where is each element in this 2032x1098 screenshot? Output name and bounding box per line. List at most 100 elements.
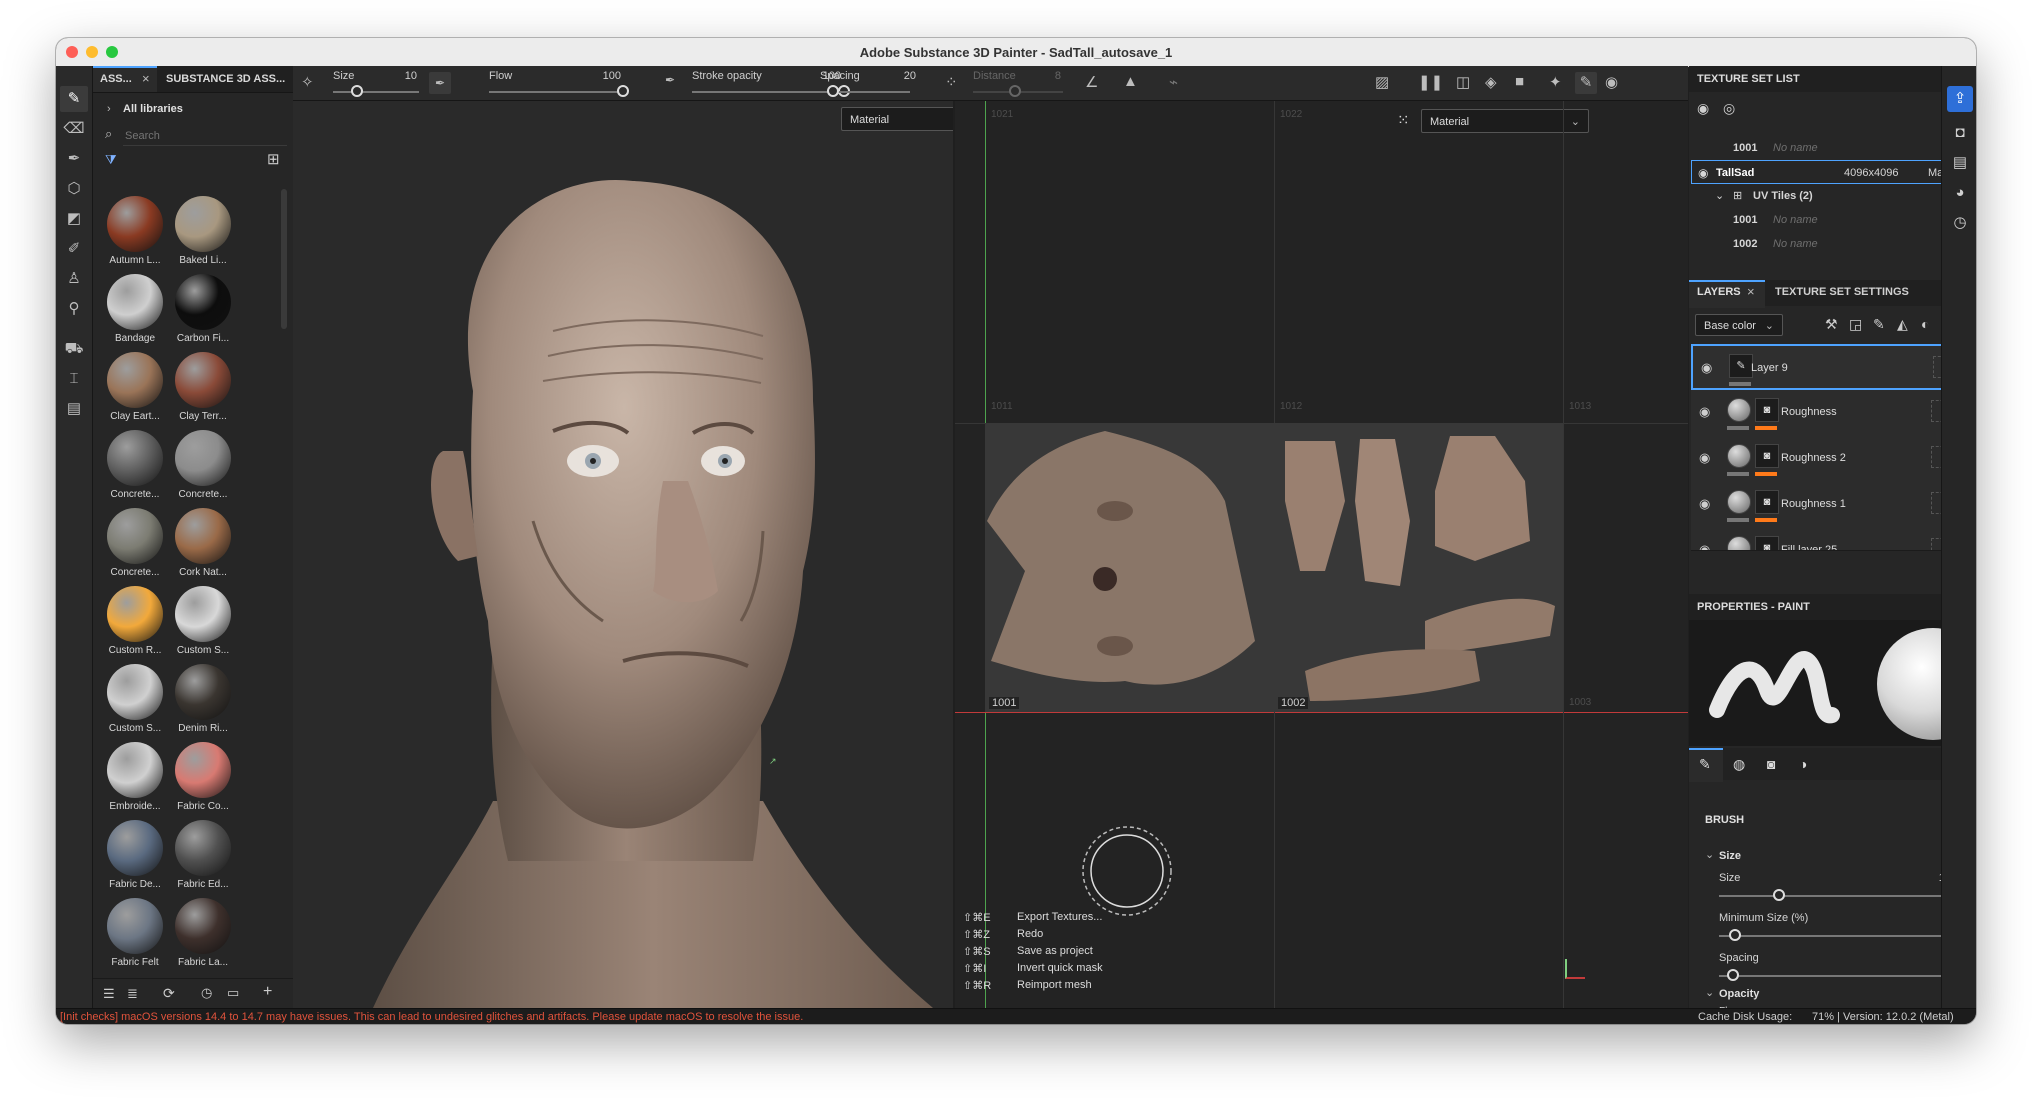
- search-input[interactable]: [123, 127, 287, 146]
- sort-icon[interactable]: ☰: [103, 986, 115, 1002]
- viewport-2d[interactable]: Material ⌄ ⁙ 1021 1022 1011 1012 1013 10…: [955, 101, 1688, 1008]
- material-tab-icon[interactable]: ◑: [1799, 756, 1807, 772]
- brush-size-slider-knob[interactable]: [1773, 889, 1785, 901]
- material-thumbnail[interactable]: Fabric La...: [169, 898, 237, 968]
- eye-icon[interactable]: ◎: [1723, 100, 1735, 117]
- bake-icon[interactable]: ⛟: [60, 336, 88, 362]
- material-thumbnail[interactable]: Embroide...: [101, 742, 169, 812]
- material-thumbnail[interactable]: Clay Terr...: [169, 352, 237, 422]
- uv-tile-row[interactable]: 1001 No name: [1689, 208, 1976, 232]
- flow-value[interactable]: 100: [591, 70, 621, 82]
- projection-icon[interactable]: ✒: [60, 146, 88, 172]
- material-thumbnail[interactable]: Bandage: [101, 274, 169, 344]
- link-icon[interactable]: ⌁: [1169, 73, 1178, 91]
- visibility-toggle-icon[interactable]: ◉: [1697, 100, 1709, 117]
- add-paint-layer-icon[interactable]: ✎: [1873, 316, 1885, 333]
- history-icon[interactable]: ◷: [201, 985, 212, 1001]
- tool-preset-icon[interactable]: ✦: [1549, 73, 1562, 91]
- filter-icon[interactable]: ⧩: [105, 152, 117, 168]
- material-thumbnail[interactable]: Concrete...: [169, 430, 237, 500]
- material-thumbnail[interactable]: Autumn L...: [101, 196, 169, 266]
- material-thumbnail[interactable]: Fabric Felt: [101, 898, 169, 968]
- material-thumbnail[interactable]: Custom S...: [101, 664, 169, 734]
- material-thumbnail[interactable]: Cork Nat...: [169, 508, 237, 578]
- material-thumbnail[interactable]: Denim Ri...: [169, 664, 237, 734]
- symmetry-icon[interactable]: ✧: [301, 73, 314, 91]
- eraser-icon[interactable]: ⌫: [60, 116, 88, 142]
- chevron-down-icon[interactable]: ⌄: [1705, 848, 1714, 861]
- tab-layers[interactable]: LAYERS: [1697, 286, 1741, 298]
- eye-icon[interactable]: ◉: [1699, 542, 1710, 550]
- layer-row[interactable]: ◉◙RoughnessNorm100: [1691, 390, 1976, 437]
- grid-view-icon[interactable]: ⊞: [267, 150, 280, 168]
- material-thumbnail[interactable]: Custom S...: [169, 586, 237, 656]
- size-value[interactable]: 10: [387, 70, 417, 82]
- environment-icon[interactable]: ◕: [1947, 180, 1973, 206]
- camera-icon[interactable]: ■: [1515, 73, 1524, 90]
- mirror-icon[interactable]: ▲: [1123, 73, 1138, 90]
- folder-icon[interactable]: ▭: [227, 985, 239, 1001]
- material-thumbnail[interactable]: Clay Eart...: [101, 352, 169, 422]
- material-thumbnail[interactable]: Carbon Fi...: [169, 274, 237, 344]
- color-picker-icon[interactable]: ⚲: [60, 296, 88, 322]
- material-thumbnail[interactable]: Fabric Co...: [169, 742, 237, 812]
- texture-set-selected[interactable]: ◉ TallSad 4096x4096 Main shader: [1691, 160, 1976, 184]
- flow-pressure-icon[interactable]: ✒: [665, 73, 675, 87]
- split-view-icon[interactable]: ◫: [1456, 73, 1470, 91]
- history-icon[interactable]: ◷: [1947, 210, 1973, 236]
- size-slider-knob[interactable]: [351, 85, 363, 97]
- chevron-right-icon[interactable]: ›: [107, 103, 111, 115]
- eye-icon[interactable]: ◉: [1698, 161, 1708, 185]
- chevron-down-icon[interactable]: ⌄: [1705, 986, 1714, 999]
- brush-tab-icon[interactable]: ✎: [1699, 756, 1711, 773]
- angle-icon[interactable]: ∠: [1085, 73, 1098, 91]
- stencil-tab-icon[interactable]: ◙: [1767, 756, 1775, 772]
- add-smart-material-icon[interactable]: ◐: [1921, 316, 1929, 332]
- library-breadcrumb[interactable]: All libraries: [123, 103, 183, 115]
- add-effect-icon[interactable]: ⚒: [1825, 316, 1838, 333]
- export-icon[interactable]: ⇪: [1947, 86, 1973, 112]
- assets-scrollbar[interactable]: [281, 189, 287, 329]
- add-fill-layer-icon[interactable]: ◭: [1897, 316, 1908, 333]
- flow-slider-track[interactable]: [489, 91, 623, 93]
- cube-icon[interactable]: ◈: [1485, 73, 1497, 91]
- prop-spacing-slider-knob[interactable]: [1727, 969, 1739, 981]
- polygon-fill-icon[interactable]: ◩: [60, 206, 88, 232]
- uv-tiles-group[interactable]: ⌄ ⊞ UV Tiles (2): [1689, 184, 1976, 208]
- refresh-icon[interactable]: ⟳: [163, 985, 175, 1002]
- spacing-value[interactable]: 20: [886, 70, 916, 82]
- uv-tile-row[interactable]: 1002 No name: [1689, 232, 1976, 256]
- eye-icon[interactable]: ◉: [1699, 450, 1710, 466]
- shader-settings-icon[interactable]: ▤: [1947, 150, 1973, 176]
- screenshot-icon[interactable]: ◉: [1605, 73, 1618, 91]
- material-thumbnail[interactable]: Concrete...: [101, 508, 169, 578]
- pen-pressure-icon[interactable]: ✒: [429, 72, 451, 94]
- brush-size-slider-track[interactable]: [1719, 895, 1949, 897]
- eye-icon[interactable]: ◉: [1701, 360, 1712, 376]
- material-thumbnail[interactable]: Custom R...: [101, 586, 169, 656]
- lazy-mouse-icon[interactable]: ⁘: [945, 73, 958, 91]
- layer-row[interactable]: ◉✎Layer 9Norm100: [1691, 344, 1976, 390]
- min-size-slider-track[interactable]: [1719, 935, 1976, 937]
- material-thumbnail[interactable]: Fabric Ed...: [169, 820, 237, 890]
- chevron-down-icon[interactable]: ⌄: [1715, 184, 1724, 208]
- close-icon[interactable]: ×: [1747, 284, 1755, 299]
- spacing-slider-knob[interactable]: [827, 85, 839, 97]
- flow-slider-knob[interactable]: [617, 85, 629, 97]
- tab-substance-assets[interactable]: SUBSTANCE 3D ASS...: [159, 66, 293, 92]
- eye-icon[interactable]: ◉: [1699, 404, 1710, 420]
- paint-brush-icon[interactable]: ✎: [60, 86, 88, 112]
- prop-spacing-slider-track[interactable]: [1719, 975, 1976, 977]
- viewport-3d[interactable]: Material ⌄: [293, 101, 953, 1008]
- measure-icon[interactable]: ⌶: [60, 366, 88, 392]
- add-icon[interactable]: +: [263, 983, 272, 1001]
- pause-icon[interactable]: ❚❚: [1418, 73, 1443, 91]
- material-thumbnail[interactable]: Fabric De...: [101, 820, 169, 890]
- add-mask-icon[interactable]: ◲: [1849, 316, 1862, 333]
- size-slider-track[interactable]: [333, 91, 419, 93]
- layer-row[interactable]: ◉◙Fill layer 25Norm: [1691, 528, 1976, 551]
- smudge-icon[interactable]: ✐: [60, 236, 88, 262]
- alpha-tab-icon[interactable]: ◍: [1733, 756, 1745, 773]
- close-tab-icon[interactable]: ×: [142, 71, 150, 86]
- material-thumbnail[interactable]: Concrete...: [101, 430, 169, 500]
